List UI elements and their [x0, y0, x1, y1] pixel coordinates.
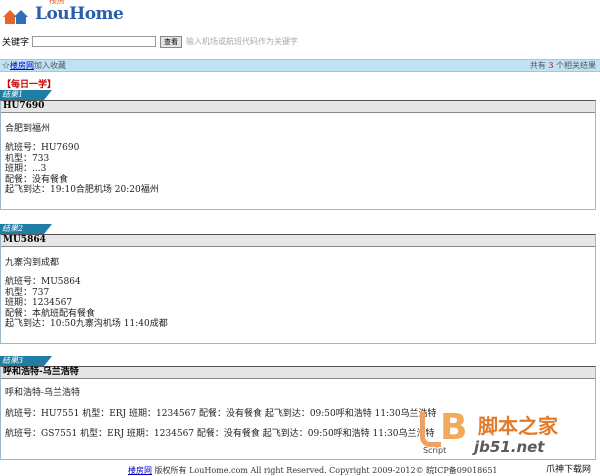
site-logo[interactable]: 楼房 LouHome	[3, 0, 124, 24]
watermark-corner: 爪神下载网	[546, 462, 592, 475]
search-hint: 输入机场或航班代码作为关键字	[186, 37, 299, 46]
detail-line: 航班号：HU7690	[5, 143, 80, 153]
flight-code: MU5864	[1, 235, 595, 247]
route-text: 九寨沟到成都	[5, 258, 60, 268]
detail-line: 配餐：没有餐食	[5, 174, 69, 185]
favorite-text: 加入收藏	[34, 61, 66, 70]
watermark-site-url: jb51.net	[474, 438, 545, 456]
logo-en-text: LouHome	[35, 4, 124, 24]
result-count: 共有 3 个相关结果	[529, 61, 596, 70]
result-tab-3: 结果3	[0, 356, 52, 366]
footer: 楼房网 版权所有 LouHome.com All right Reserved.…	[128, 465, 498, 476]
view-button[interactable]: 查看	[160, 35, 183, 48]
keyword-input[interactable]	[32, 36, 157, 47]
result-card-2: MU5864 九寨沟到成都 航班号：MU5864 机型：737 班期：12345…	[0, 234, 596, 344]
detail-line: 班期：...3	[5, 164, 47, 174]
favorite-link[interactable]: 楼房网	[10, 61, 34, 70]
footer-link[interactable]: 楼房网	[128, 466, 152, 475]
detail-line: 班期：1234567	[5, 298, 73, 308]
info-bar: ☆楼房网加入收藏 共有 3 个相关结果	[0, 59, 600, 72]
daily-learn-label: 【每日一学】	[2, 80, 57, 90]
watermark-logo: B Script	[420, 410, 472, 456]
detail-line: 起飞到达：19:10合肥机场 20:20福州	[5, 185, 159, 195]
detail-line: 机型：737	[5, 287, 50, 298]
result-card-1: HU7690 合肥到福州 航班号：HU7690 机型：733 班期：...3 配…	[0, 100, 596, 210]
header: 楼房 LouHome	[0, 0, 600, 30]
detail-line: 航班号：MU5864	[5, 277, 81, 287]
flight-code: HU7690	[1, 101, 595, 113]
route-text: 呼和浩特-乌兰浩特	[5, 388, 81, 398]
copyright-text: 版权所有 LouHome.com All right Reserved. Cop…	[154, 466, 498, 475]
flight-code: 呼和浩特-乌兰浩特	[1, 367, 595, 379]
search-form: 关键字 查看 输入机场或航班代码作为关键字	[2, 35, 298, 48]
result-tab-1: 结果1	[0, 90, 52, 100]
keyword-label: 关键字	[2, 38, 30, 48]
house-logo-icon	[3, 4, 29, 24]
route-text: 合肥到福州	[5, 124, 51, 134]
watermark-script-text: Script	[423, 446, 447, 455]
detail-line: 机型：733	[5, 153, 50, 164]
watermark-site-cn: 脚本之家	[478, 414, 558, 438]
logo-cn-text: 楼房	[49, 0, 65, 5]
bookmark-icon: ☆	[2, 61, 10, 70]
detail-line: 配餐：本航班配有餐食	[5, 308, 96, 319]
detail-line: 起飞到达：10:50九寨沟机场 11:40成都	[5, 319, 168, 329]
result-tab-2: 结果2	[0, 224, 52, 234]
